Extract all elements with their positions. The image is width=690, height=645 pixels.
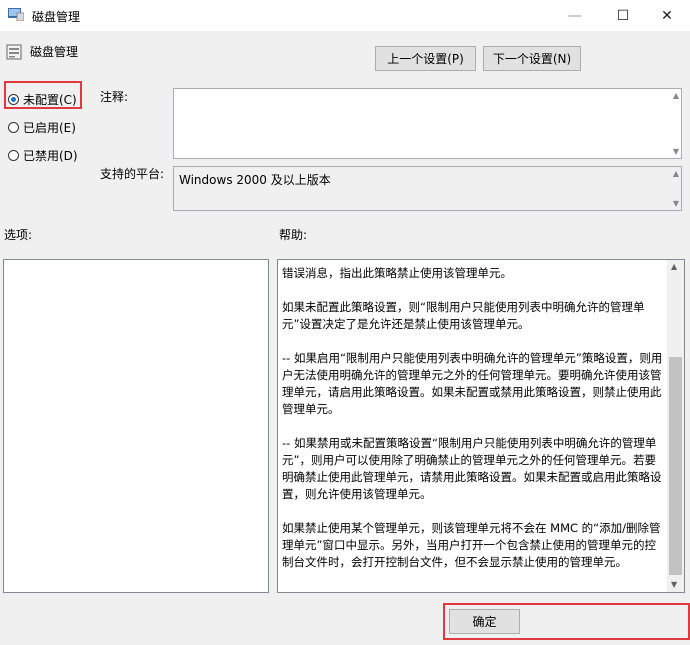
comment-label: 注释: [100,90,129,104]
close-button[interactable]: ✕ [644,0,690,31]
help-paragraph: -- 如果禁用或未配置策略设置“限制用户只能使用列表中明确允许的管理单元”，则用… [282,436,662,501]
help-panel: 错误消息，指出此策略禁止使用该管理单元。 如果未配置此策略设置，则“限制用户只能… [277,259,685,593]
scrollbar-thumb[interactable] [669,357,682,575]
scroll-down-icon[interactable]: ▼ [671,580,677,589]
policy-title: 磁盘管理 [30,45,79,59]
previous-setting-button[interactable]: 上一个设置(P) [375,46,476,71]
next-setting-button[interactable]: 下一个设置(N) [483,46,581,71]
platform-label: 支持的平台: [100,167,165,181]
comment-field[interactable]: ▲ ▼ [173,88,682,159]
radio-not-configured[interactable]: 未配置(C) [8,91,77,108]
help-scrollbar[interactable]: ▲ ▼ [667,260,684,592]
maximize-button[interactable]: ☐ [600,0,646,31]
scroll-up-icon: ▲ [672,91,679,100]
radio-label: 已启用(E) [23,121,76,135]
window-title: 磁盘管理 [32,10,81,24]
radio-button[interactable] [8,94,19,105]
platform-value: Windows 2000 及以上版本 [179,173,331,187]
help-text: 错误消息，指出此策略禁止使用该管理单元。 如果未配置此策略设置，则“限制用户只能… [282,265,666,588]
help-label: 帮助: [279,228,308,242]
help-paragraph: 如果禁止使用某个管理单元，则该管理单元将不会在 MMC 的“添加/删除管理单元”… [282,521,661,569]
help-paragraph: 错误消息，指出此策略禁止使用该管理单元。 [282,266,512,280]
scroll-up-icon: ▲ [672,169,679,178]
radio-enabled[interactable]: 已启用(E) [8,119,76,136]
ok-button[interactable]: 确定 [449,609,520,634]
group-policy-icon [8,8,24,21]
radio-label: 已禁用(D) [23,149,78,163]
scroll-up-icon[interactable]: ▲ [671,262,677,271]
radio-button[interactable] [8,122,19,133]
policy-setting-icon [6,44,22,60]
platform-field: Windows 2000 及以上版本 ▲ ▼ [173,166,682,211]
help-paragraph: 如果未配置此策略设置，则“限制用户只能使用列表中明确允许的管理单元”设置决定了是… [282,300,645,331]
minimize-button[interactable]: — [552,0,598,31]
help-paragraph: -- 如果启用“限制用户只能使用列表中明确允许的管理单元”策略设置，则用户无法使… [282,351,663,416]
options-label: 选项: [4,228,33,242]
scroll-down-icon: ▼ [672,147,679,156]
options-panel [3,259,269,593]
radio-label: 未配置(C) [23,93,77,107]
radio-disabled[interactable]: 已禁用(D) [8,147,78,164]
radio-button[interactable] [8,150,19,161]
scroll-down-icon: ▼ [672,199,679,208]
